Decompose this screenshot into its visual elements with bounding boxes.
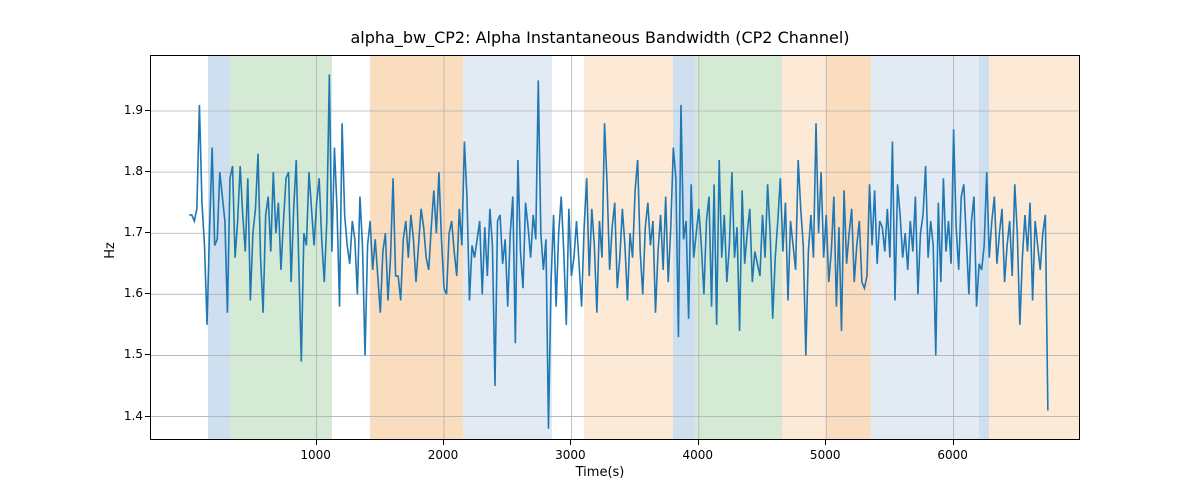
y-tick-mark [145, 293, 150, 294]
y-tick-label: 1.9 [115, 103, 143, 117]
x-tick-mark [570, 440, 571, 445]
y-tick-mark [145, 416, 150, 417]
plot-area [150, 55, 1080, 440]
y-tick-mark [145, 232, 150, 233]
x-tick-label: 1000 [300, 448, 331, 462]
y-tick-mark [145, 171, 150, 172]
x-tick-label: 6000 [937, 448, 968, 462]
y-tick-label: 1.6 [115, 286, 143, 300]
x-tick-mark [316, 440, 317, 445]
y-tick-label: 1.8 [115, 164, 143, 178]
x-tick-label: 4000 [683, 448, 714, 462]
y-tick-label: 1.4 [115, 409, 143, 423]
x-tick-mark [698, 440, 699, 445]
x-tick-label: 3000 [555, 448, 586, 462]
x-tick-mark [443, 440, 444, 445]
y-tick-mark [145, 110, 150, 111]
plot-svg [151, 56, 1079, 439]
figure: alpha_bw_CP2: Alpha Instantaneous Bandwi… [0, 0, 1200, 500]
y-tick-label: 1.5 [115, 347, 143, 361]
x-tick-mark [825, 440, 826, 445]
x-tick-label: 2000 [428, 448, 459, 462]
chart-title: alpha_bw_CP2: Alpha Instantaneous Bandwi… [0, 28, 1200, 47]
x-tick-mark [953, 440, 954, 445]
x-axis-label: Time(s) [0, 465, 1200, 480]
y-axis-label: Hz [100, 0, 120, 500]
y-tick-mark [145, 354, 150, 355]
line-series [189, 74, 1048, 428]
x-tick-label: 5000 [810, 448, 841, 462]
y-tick-label: 1.7 [115, 225, 143, 239]
